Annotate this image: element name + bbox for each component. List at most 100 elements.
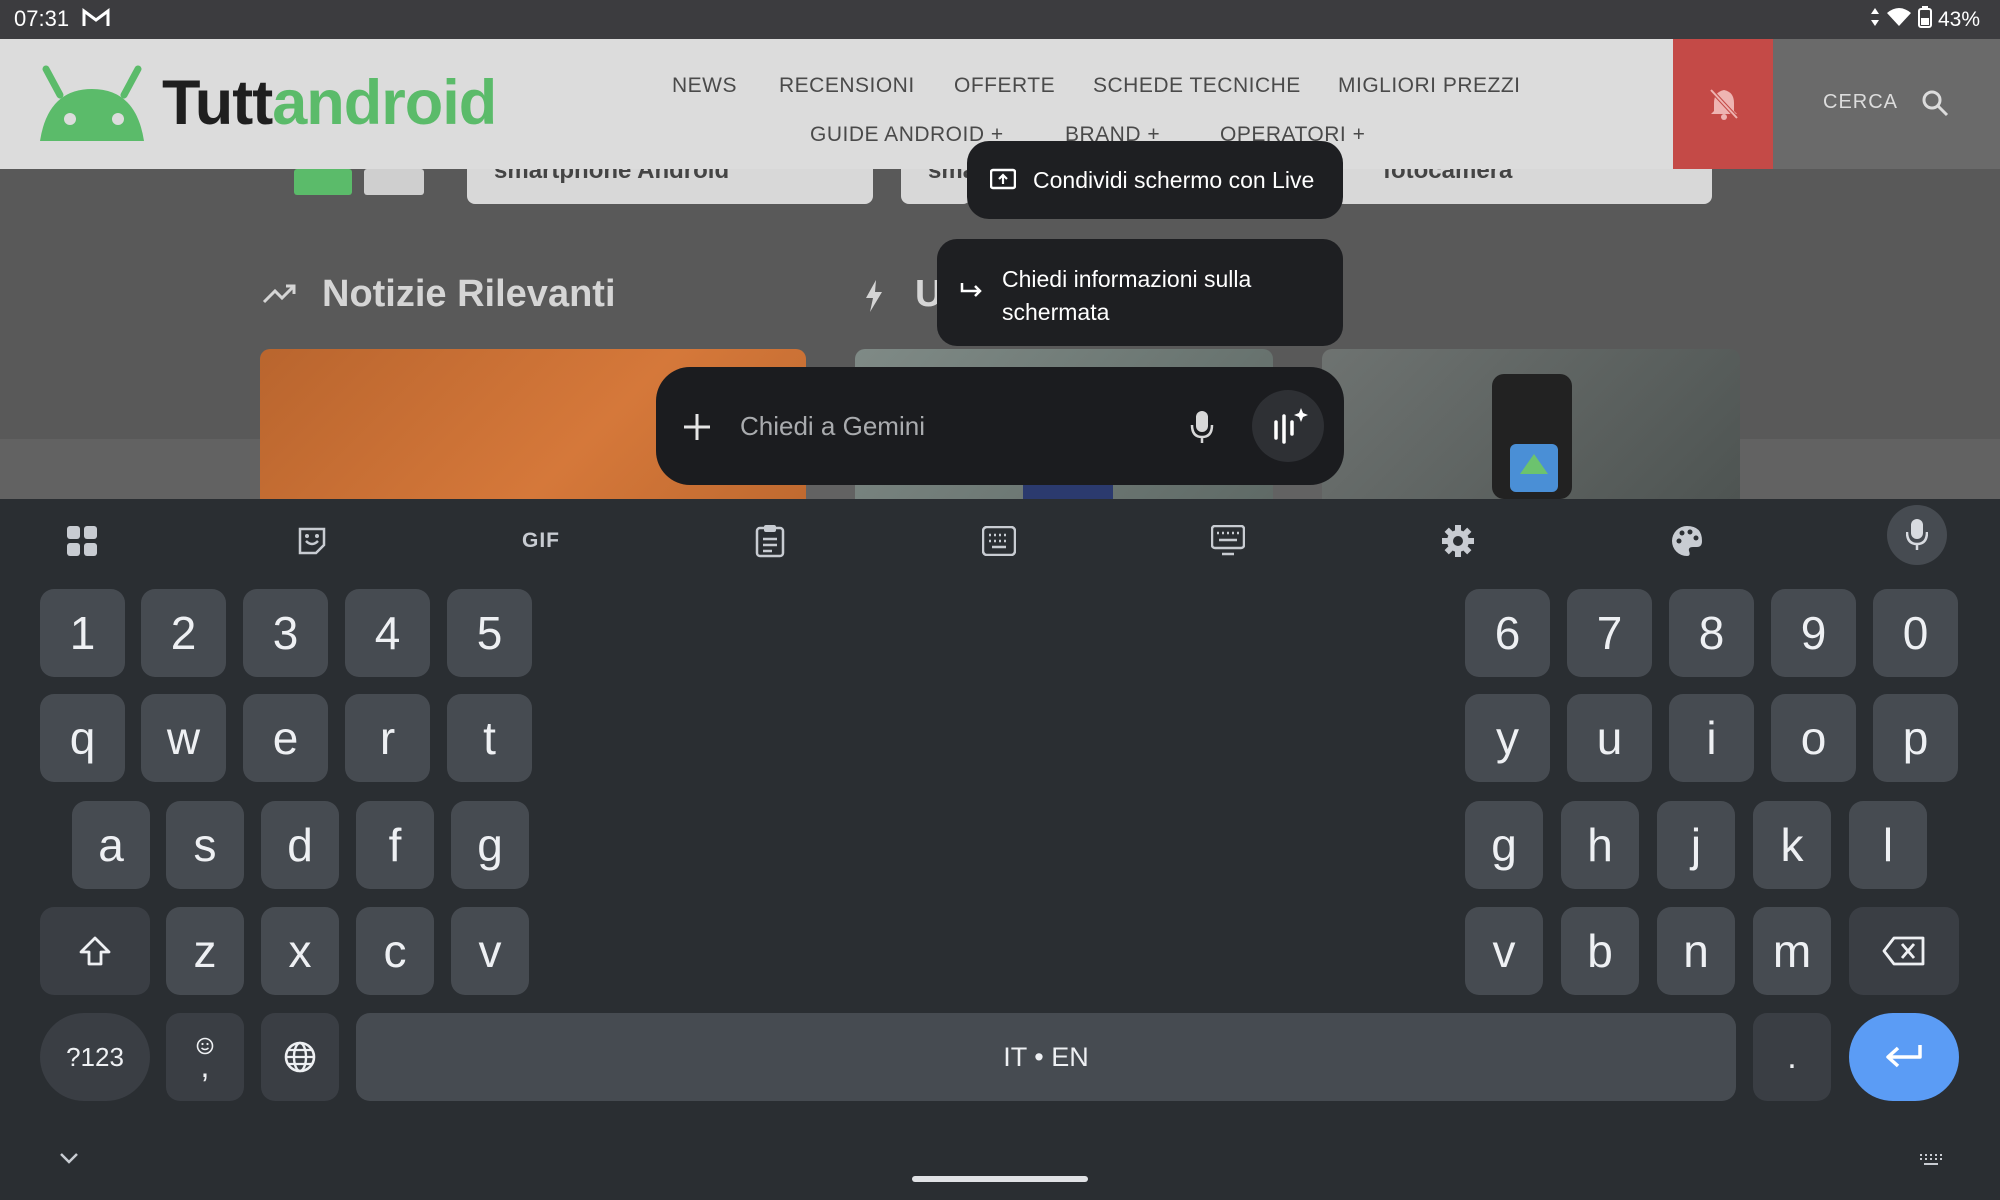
plus-add-icon[interactable] bbox=[681, 411, 713, 448]
share-screen-live-button[interactable]: Condividi schermo con Live bbox=[967, 141, 1343, 219]
key-e[interactable]: e bbox=[243, 694, 328, 782]
key-m[interactable]: m bbox=[1753, 907, 1831, 995]
keyboard-layout-icon[interactable] bbox=[1206, 519, 1250, 563]
shift-key[interactable] bbox=[40, 907, 150, 995]
clipboard-icon[interactable] bbox=[748, 519, 792, 563]
key-x[interactable]: x bbox=[261, 907, 339, 995]
nav-offerte[interactable]: OFFERTE bbox=[954, 74, 1055, 98]
redirect-arrow-icon bbox=[959, 279, 985, 308]
gif-button[interactable]: GIF bbox=[519, 519, 563, 563]
key-6[interactable]: 6 bbox=[1465, 589, 1550, 677]
key-4[interactable]: 4 bbox=[345, 589, 430, 677]
key-k[interactable]: k bbox=[1753, 801, 1831, 889]
key-n[interactable]: n bbox=[1657, 907, 1735, 995]
key-f[interactable]: f bbox=[356, 801, 434, 889]
key-t[interactable]: t bbox=[447, 694, 532, 782]
period-key[interactable]: . bbox=[1753, 1013, 1831, 1101]
language-key[interactable] bbox=[261, 1013, 339, 1101]
key-b[interactable]: b bbox=[1561, 907, 1639, 995]
microphone-icon bbox=[1906, 519, 1928, 550]
key-g[interactable]: g bbox=[451, 801, 529, 889]
notifications-button[interactable] bbox=[1673, 39, 1773, 169]
keyboard-switch-icon[interactable] bbox=[1918, 1153, 1944, 1172]
key-u[interactable]: u bbox=[1567, 694, 1652, 782]
wifi-icon bbox=[1886, 7, 1912, 33]
gemini-input[interactable]: Chiedi a Gemini bbox=[740, 411, 925, 442]
search-label: CERCA bbox=[1823, 91, 1899, 113]
search-icon bbox=[1921, 89, 1949, 122]
one-handed-keyboard-icon[interactable] bbox=[977, 519, 1021, 563]
key-3[interactable]: 3 bbox=[243, 589, 328, 677]
article-card[interactable]: smartphone Android bbox=[467, 169, 873, 204]
nav-schede-tecniche[interactable]: SCHEDE TECNICHE bbox=[1093, 74, 1301, 98]
nav-news[interactable]: NEWS bbox=[672, 74, 737, 98]
key-q[interactable]: q bbox=[40, 694, 125, 782]
article-image[interactable] bbox=[1322, 349, 1740, 499]
key-9[interactable]: 9 bbox=[1771, 589, 1856, 677]
key-v-right[interactable]: v bbox=[1465, 907, 1543, 995]
key-z[interactable]: z bbox=[166, 907, 244, 995]
plus-icon: + bbox=[1352, 123, 1366, 146]
key-r[interactable]: r bbox=[345, 694, 430, 782]
enter-key[interactable] bbox=[1849, 1013, 1959, 1101]
key-l[interactable]: l bbox=[1849, 801, 1927, 889]
home-gesture-bar[interactable] bbox=[912, 1176, 1088, 1182]
site-logo[interactable]: Tuttandroid bbox=[162, 67, 497, 139]
key-c[interactable]: c bbox=[356, 907, 434, 995]
search-button[interactable]: CERCA bbox=[1773, 39, 2000, 169]
key-a[interactable]: a bbox=[72, 801, 150, 889]
key-y[interactable]: y bbox=[1465, 694, 1550, 782]
theme-palette-icon[interactable] bbox=[1665, 519, 1709, 563]
nav-migliori-prezzi[interactable]: MIGLIORI PREZZI bbox=[1338, 74, 1521, 98]
key-s[interactable]: s bbox=[166, 801, 244, 889]
ask-screen-line1: Chiedi informazioni sulla bbox=[1002, 266, 1252, 292]
gemini-live-button[interactable] bbox=[1252, 390, 1324, 462]
bolt-icon bbox=[864, 279, 884, 318]
nav-recensioni[interactable]: RECENSIONI bbox=[779, 74, 915, 98]
logo-text-green: android bbox=[272, 68, 497, 138]
status-icons: 43% bbox=[1870, 6, 1980, 34]
nav-guide-android[interactable]: GUIDE ANDROID + bbox=[810, 123, 1004, 147]
key-p[interactable]: p bbox=[1873, 694, 1958, 782]
backspace-key[interactable] bbox=[1849, 907, 1959, 995]
key-o[interactable]: o bbox=[1771, 694, 1856, 782]
key-5[interactable]: 5 bbox=[447, 589, 532, 677]
android-logo-icon[interactable] bbox=[30, 61, 155, 156]
key-j[interactable]: j bbox=[1657, 801, 1735, 889]
key-1[interactable]: 1 bbox=[40, 589, 125, 677]
key-i[interactable]: i bbox=[1669, 694, 1754, 782]
gemini-input-bar: Chiedi a Gemini bbox=[656, 367, 1344, 485]
voice-input-button[interactable] bbox=[1887, 505, 1947, 565]
data-arrows-icon bbox=[1870, 7, 1880, 33]
share-screen-label: Condividi schermo con Live bbox=[1033, 167, 1315, 193]
article-card[interactable]: fotocamera bbox=[1336, 169, 1712, 204]
status-bar: 07:31 43% bbox=[0, 0, 2000, 39]
comma-emoji-key[interactable]: , bbox=[166, 1013, 244, 1101]
android-logo-small-icon bbox=[292, 169, 427, 200]
key-8[interactable]: 8 bbox=[1669, 589, 1754, 677]
key-v[interactable]: v bbox=[451, 907, 529, 995]
microphone-icon[interactable] bbox=[1190, 410, 1214, 449]
key-h[interactable]: h bbox=[1561, 801, 1639, 889]
on-screen-keyboard: GIF 1 2 3 4 5 6 7 8 9 0 q w e r t y u i … bbox=[0, 499, 2000, 1200]
space-bar[interactable]: IT • EN bbox=[356, 1013, 1736, 1101]
sticker-icon[interactable] bbox=[290, 519, 334, 563]
symbols-key[interactable]: ?123 bbox=[40, 1013, 150, 1101]
article-card[interactable]: sma bbox=[901, 169, 971, 204]
card-title: smartphone Android bbox=[494, 169, 730, 184]
comma-label: , bbox=[200, 1048, 210, 1084]
settings-gear-icon[interactable] bbox=[1436, 519, 1480, 563]
ask-screen-label: Chiedi informazioni sulla schermata bbox=[1002, 263, 1251, 329]
hide-keyboard-chevron-icon[interactable] bbox=[58, 1151, 80, 1170]
key-2[interactable]: 2 bbox=[141, 589, 226, 677]
key-0[interactable]: 0 bbox=[1873, 589, 1958, 677]
card-title: sma bbox=[928, 169, 971, 184]
key-7[interactable]: 7 bbox=[1567, 589, 1652, 677]
key-d[interactable]: d bbox=[261, 801, 339, 889]
ask-screen-line2: schermata bbox=[1002, 299, 1110, 325]
key-g-right[interactable]: g bbox=[1465, 801, 1543, 889]
ask-about-screen-button[interactable]: Chiedi informazioni sulla schermata bbox=[937, 239, 1343, 346]
apps-grid-icon[interactable] bbox=[60, 519, 104, 563]
section-title-notizie: Notizie Rilevanti bbox=[322, 273, 616, 315]
key-w[interactable]: w bbox=[141, 694, 226, 782]
